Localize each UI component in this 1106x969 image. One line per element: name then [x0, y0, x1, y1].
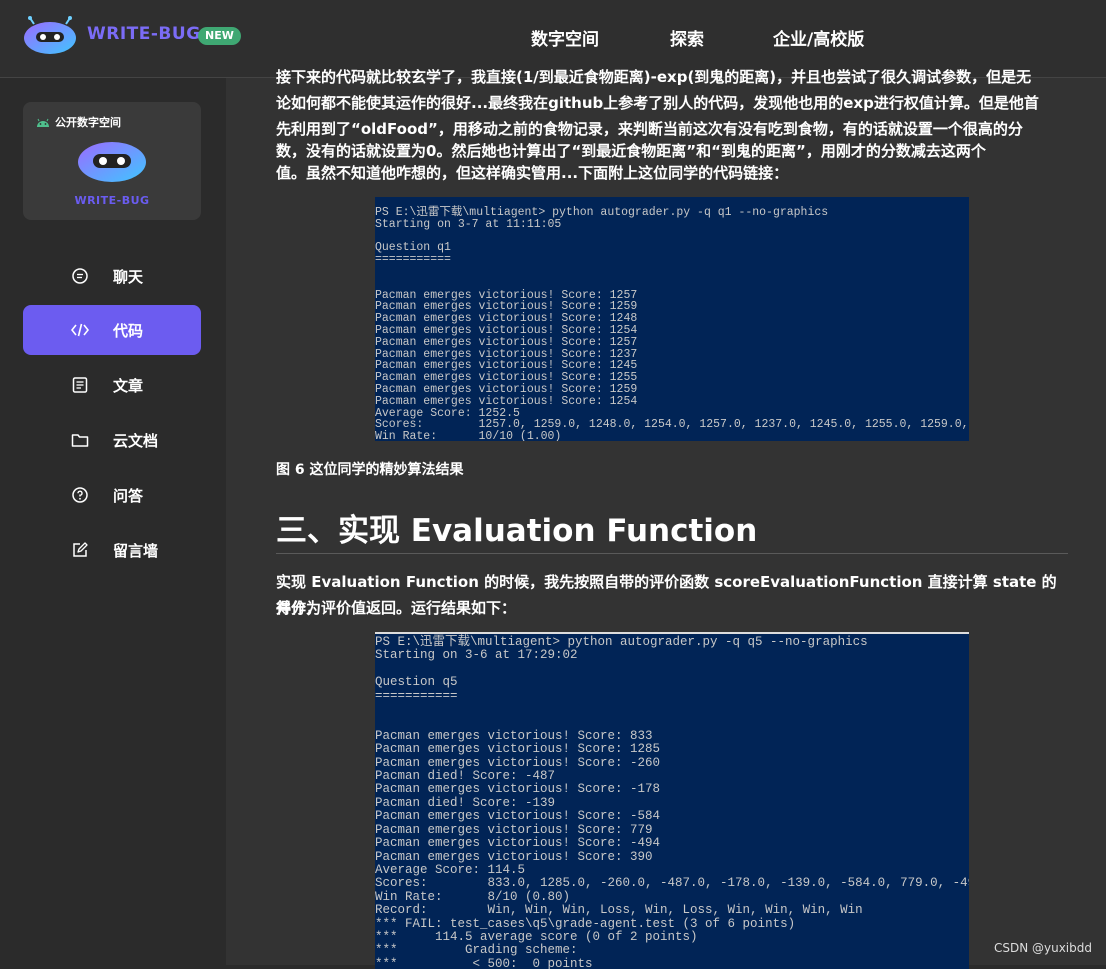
terminal-line: Pacman died! Score: -139 [375, 795, 556, 810]
terminal-line: Scores: 833.0, 1285.0, -260.0, -487.0, -… [375, 876, 969, 891]
terminal-line: Win Rate: 8/10 (0.80) [375, 889, 571, 904]
intro-line: 接下来的代码就比较玄学了，我直接(1/到最近食物距离)-exp(到鬼的距离)，并… [276, 68, 1032, 86]
terminal-line: Pacman emerges victorious! Score: -178 [375, 782, 661, 797]
sidebar-item-qa[interactable]: 问答 [23, 470, 201, 520]
sidebar-item-cloud-docs[interactable]: 云文档 [23, 415, 201, 465]
intro-line: 论如何都不能使其运作的很好...最终我在github上参考了别人的代码，发现他也… [276, 94, 1039, 112]
terminal-line: Pacman emerges victorious! Score: 1254 [375, 323, 638, 337]
folder-icon [71, 434, 89, 447]
article-icon [72, 377, 88, 393]
space-card-brand: WRITE-BUG [74, 194, 150, 207]
terminal-line: Pacman emerges victorious! Score: -494 [375, 836, 661, 851]
terminal-line: =========== [375, 253, 451, 267]
csdn-watermark: CSDN @yuxibdd [993, 941, 1092, 955]
public-space-label: 公开数字空间 [35, 114, 121, 130]
article-content: 接下来的代码就比较玄学了，我直接(1/到最近食物距离)-exp(到鬼的距离)，并… [226, 68, 1106, 969]
terminal-line: Record: Win, Win, Win, Loss, Win, Loss, … [375, 903, 863, 918]
edit-icon [73, 542, 88, 557]
terminal-line: Pacman emerges victorious! Score: -260 [375, 755, 661, 770]
terminal-line: Pacman emerges victorious! Score: -584 [375, 809, 661, 824]
sidebar-item-code[interactable]: 代码 [23, 305, 201, 355]
heading-divider [276, 553, 1068, 554]
terminal-line: *** < 500: 0 points [375, 956, 593, 969]
section-heading: 三、实现 Evaluation Function [276, 513, 758, 549]
write-bug-logo-icon[interactable] [22, 16, 78, 56]
android-icon [37, 118, 49, 127]
terminal-line: =========== [375, 688, 458, 703]
nav-digital-space[interactable]: 数字空间 [531, 25, 599, 50]
terminal-screenshot-q5: PS E:\迅雷下载\multiagent> python autograder… [375, 632, 969, 969]
sidebar-item-message-wall[interactable]: 留言墙 [23, 525, 201, 575]
public-space-card[interactable]: 公开数字空间 WRITE-BUG [23, 102, 201, 220]
code-icon [71, 323, 89, 337]
chat-icon [72, 268, 88, 284]
terminal-line: Pacman emerges victorious! Score: 390 [375, 849, 653, 864]
nav-explore[interactable]: 探索 [670, 25, 704, 50]
terminal-line: Pacman emerges victorious! Score: 1254 [375, 394, 638, 408]
terminal-line: Starting on 3-7 at 11:11:05 [375, 217, 562, 231]
write-bug-mascot-icon [78, 142, 146, 182]
public-space-text: 公开数字空间 [55, 116, 121, 129]
terminal-line: *** 114.5 average score (0 of 2 points) [375, 929, 698, 944]
sidebar-item-label: 聊天 [113, 267, 144, 286]
terminal-line: Pacman emerges victorious! Score: 1257 [375, 335, 638, 349]
sidebar-item-label: 云文档 [113, 431, 159, 450]
section-line: 并作为评价值返回。运行结果如下： [276, 599, 517, 617]
terminal-line: Question q1 [375, 241, 451, 255]
sidebar-item-label: 留言墙 [113, 541, 159, 560]
intro-line: 值。虽然不知道他咋想的，但这样确实管用...下面附上这位同学的代码链接： [276, 164, 789, 182]
figure-caption: 图 6 这位同学的精妙算法结果 [276, 462, 464, 478]
terminal-line: Pacman died! Score: -487 [375, 769, 556, 784]
terminal-line: Win Rate: 10/10 (1.00) [375, 430, 562, 441]
question-icon [72, 487, 88, 503]
sidebar-item-label: 问答 [113, 486, 144, 505]
terminal-line: Pacman emerges victorious! Score: 779 [375, 822, 653, 837]
brand-name[interactable]: WRITE-BUG [87, 24, 201, 44]
nav-enterprise[interactable]: 企业/高校版 [773, 25, 864, 50]
terminal-line: *** Grading scheme: [375, 943, 578, 958]
terminal-line: Starting on 3-6 at 17:29:02 [375, 648, 578, 663]
sidebar-item-article[interactable]: 文章 [23, 360, 201, 410]
terminal-line: Average Score: 114.5 [375, 862, 526, 877]
sidebar-item-label: 代码 [113, 321, 144, 340]
sidebar: 公开数字空间 WRITE-BUG 聊天 代码 文章 云文档 问答 留言墙 [0, 78, 226, 965]
terminal-line: Pacman emerges victorious! Score: 1259 [375, 382, 638, 396]
terminal-line: *** FAIL: test_cases\q5\grade-agent.test… [375, 916, 796, 931]
terminal-line: Pacman emerges victorious! Score: 833 [375, 728, 653, 743]
terminal-screenshot-q1: PS E:\迅雷下载\multiagent> python autograder… [375, 197, 969, 441]
terminal-line: Pacman emerges victorious! Score: 1285 [375, 742, 661, 757]
sidebar-item-chat[interactable]: 聊天 [23, 251, 201, 301]
sidebar-item-label: 文章 [113, 376, 144, 395]
terminal-line: PS E:\迅雷下载\multiagent> python autograder… [375, 635, 868, 649]
terminal-line: Question q5 [375, 675, 458, 690]
new-badge: NEW [198, 27, 241, 45]
